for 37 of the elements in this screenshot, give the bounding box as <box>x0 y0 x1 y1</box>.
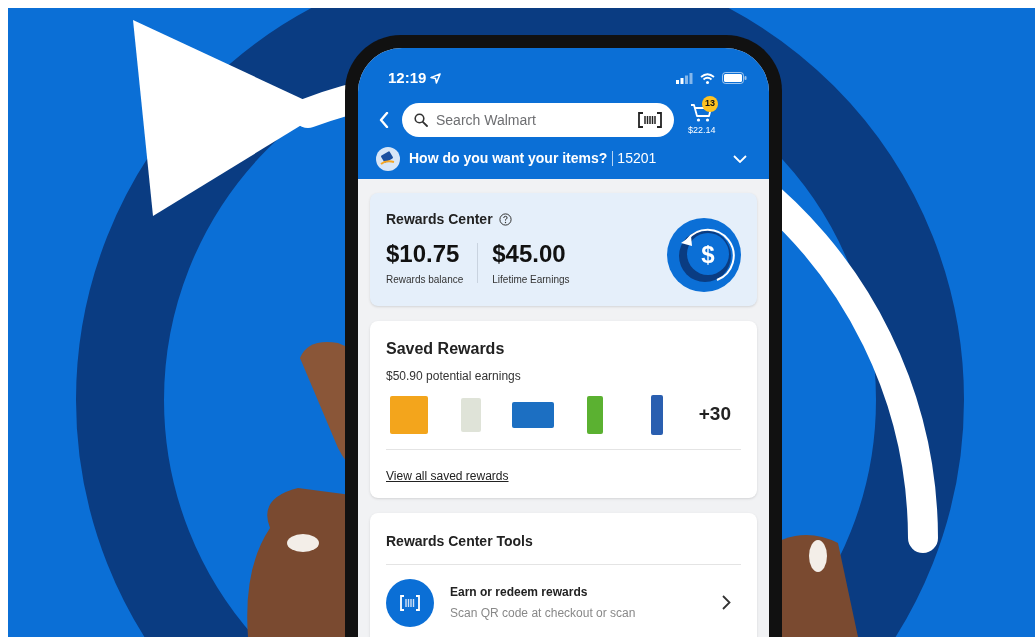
cart-total: $22.14 <box>688 124 716 137</box>
wifi-icon <box>700 72 715 84</box>
card-title: Saved Rewards <box>386 338 506 359</box>
reward-amount: $45.00 <box>492 239 567 268</box>
potential-earnings: $50.90 potential earnings <box>386 367 522 385</box>
back-icon <box>379 112 389 129</box>
help-icon <box>498 212 512 226</box>
card-title: Rewards Center Tools <box>386 531 534 551</box>
zip-code[interactable]: 15201 <box>617 148 657 169</box>
tool-title[interactable]: Earn or redeem rewards <box>450 583 636 601</box>
reward-amount-label: Rewards balance <box>386 272 464 287</box>
search-icon <box>414 113 428 128</box>
reward-amount: $10.75 <box>386 239 461 268</box>
reward-amount-label: Lifetime Earnings <box>492 272 570 287</box>
delivery-icon <box>376 146 400 171</box>
search-field[interactable]: Search Walmart <box>436 109 630 131</box>
battery-icon <box>722 72 747 84</box>
card-title: Rewards Center <box>386 209 493 229</box>
more-items-count: +30 <box>698 402 731 427</box>
product-photo-placeholder <box>587 395 603 434</box>
search-bar[interactable]: Search Walmart <box>402 103 674 138</box>
signal-icon <box>676 72 693 84</box>
delivery-prompt[interactable]: How do you want your items? <box>409 148 608 169</box>
barcode-scan-icon <box>638 112 662 129</box>
product-photo-placeholder <box>461 397 481 432</box>
chevron-right-icon[interactable] <box>722 595 731 610</box>
location-arrow-icon <box>430 72 442 84</box>
tool-description: Scan QR code at checkout or scan <box>450 605 636 622</box>
status-time: 12:19 <box>388 67 427 88</box>
product-photo-placeholder <box>651 394 663 435</box>
view-all-link[interactable]: View all saved rewards <box>386 466 509 485</box>
product-photo-placeholder <box>512 401 554 428</box>
chevron-down-icon[interactable] <box>733 154 747 163</box>
product-photo-placeholder <box>390 395 428 434</box>
barcode-icon <box>386 578 434 627</box>
cart-count-badge: 13 <box>702 96 718 112</box>
dollar-refresh-icon: $ <box>667 217 741 292</box>
